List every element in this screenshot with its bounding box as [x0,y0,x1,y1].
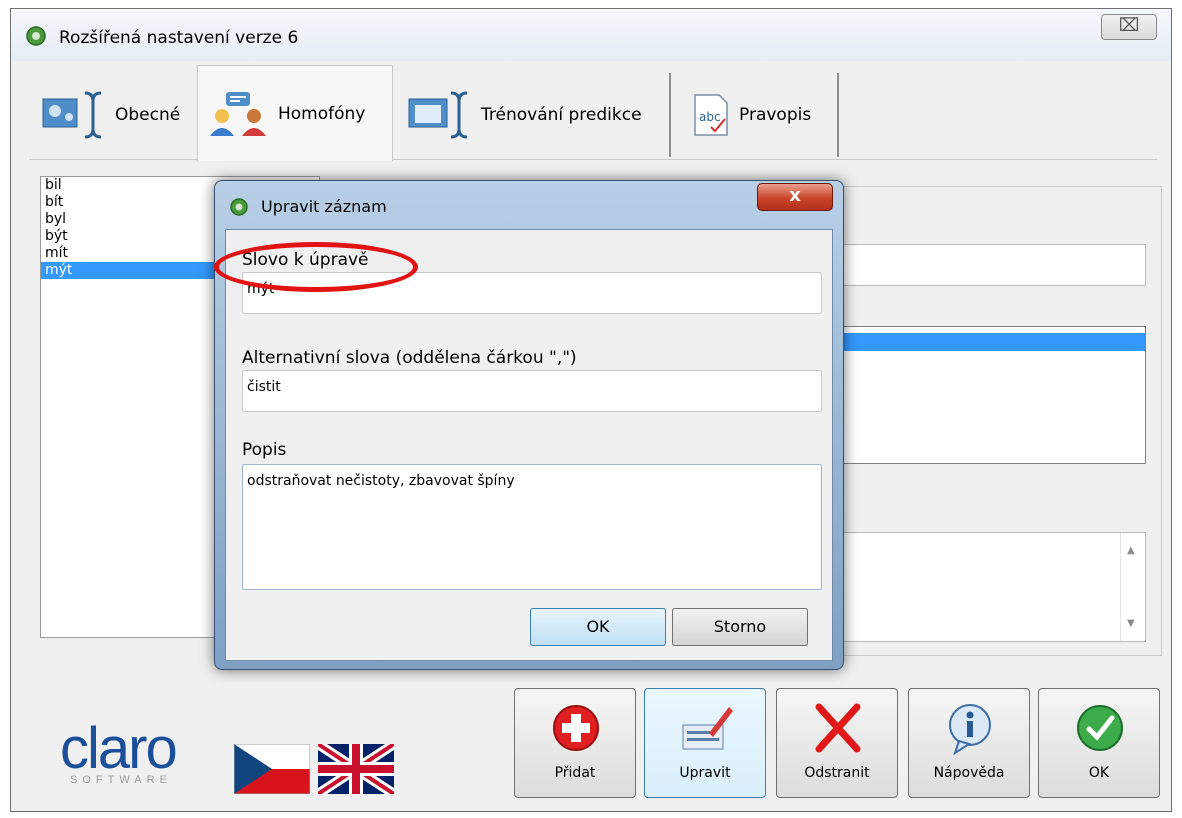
window-close-button[interactable]: ⌧ [1101,14,1157,40]
scroll-up-icon[interactable]: ▲ [1127,545,1135,556]
dialog-ok-button[interactable]: OK [530,608,666,646]
tab-divider [837,73,839,157]
tab-homofony[interactable]: Homofóny [197,65,393,161]
svg-text:abc: abc [699,110,721,124]
description-field[interactable]: ▲ ▼ [820,532,1146,642]
claro-logo: claro SOFTWARE [60,716,178,787]
help-button-label: Nápověda [933,765,1005,781]
tab-divider [669,73,671,157]
edit-pen-icon [682,707,733,750]
ok-button-label: OK [1088,765,1110,781]
dialog-body: Slovo k úpravě mýt Alternativní slova (o… [225,229,833,661]
checkmark-icon [1077,705,1123,751]
tab-pravopis[interactable]: abc Pravopis [679,71,839,159]
scrollbar[interactable]: ▲ ▼ [1120,533,1145,641]
gear-icon [230,198,248,216]
uk-flag-icon[interactable] [318,744,394,794]
gear-icon [26,26,46,46]
tab-pravopis-label: Pravopis [739,105,812,125]
tab-homofony-label: Homofóny [278,103,366,124]
delete-x-icon [815,703,861,753]
people-tab-icon [210,91,266,136]
window-title: Rozšířená nastavení verze 6 [59,28,299,48]
alternatives-list[interactable] [820,326,1146,464]
tab-treninkovani-predikce[interactable]: Trénování predikce [401,71,669,159]
alternatives-input[interactable]: čistit [242,370,822,412]
add-button-label: Přidat [554,765,596,781]
info-icon [949,704,991,755]
tab-obecne[interactable]: Obecné [29,71,205,159]
scroll-down-icon[interactable]: ▼ [1127,618,1135,629]
dialog-title: Upravit záznam [261,197,387,216]
description-label: Popis [242,440,287,460]
cz-flag-icon[interactable] [234,744,310,794]
plus-icon [553,705,599,751]
alternatives-label: Alternativní slova (oddělena čárkou ",") [242,348,577,368]
remove-button[interactable]: Odstranit [776,688,898,798]
edit-entry-dialog: Upravit záznam x Slovo k úpravě mýt Alte… [214,180,844,670]
word-input[interactable]: mýt [242,272,822,314]
word-label: Slovo k úpravě [242,250,369,270]
word-field[interactable] [820,244,1146,286]
edit-button-label: Upravit [679,765,731,781]
logo-wordmark: claro [60,716,178,781]
add-button[interactable]: Přidat [514,688,636,798]
help-button[interactable]: Nápověda [908,688,1030,798]
selected-row[interactable] [821,333,1145,351]
ok-button[interactable]: OK [1038,688,1160,798]
tab-trenovani-label: Trénování predikce [481,105,642,125]
tab-obecne-label: Obecné [115,105,181,125]
settings-tab-icon [42,91,102,139]
spellcheck-tab-icon: abc [694,94,728,136]
dialog-close-button[interactable]: x [757,183,833,211]
book-tab-icon [408,91,468,139]
dialog-cancel-button[interactable]: Storno [672,608,808,646]
title-bar: Rozšířená nastavení verze 6 ⌧ [11,9,1171,61]
description-textarea[interactable]: odstraňovat nečistoty, zbavovat špíny [242,464,822,590]
logo-subtitle: SOFTWARE [70,774,172,786]
remove-button-label: Odstranit [804,765,870,781]
edit-button[interactable]: Upravit [644,688,766,798]
